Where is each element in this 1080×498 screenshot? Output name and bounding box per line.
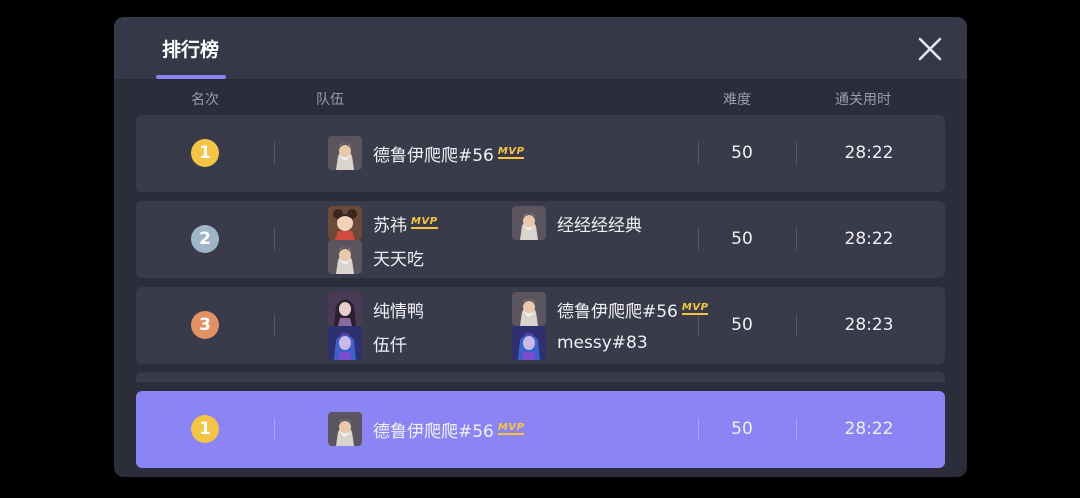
difficulty-value: 50 — [731, 315, 753, 335]
team-member[interactable]: 伍仟 — [328, 326, 407, 360]
player-name: messy#83 — [557, 333, 648, 353]
difficulty-value: 50 — [731, 143, 753, 163]
column-divider — [698, 142, 699, 164]
column-divider — [274, 228, 275, 250]
difficulty-value: 50 — [731, 419, 753, 439]
old-sage-avatar — [328, 412, 362, 446]
my-rank-strip: 1 德鲁伊爬爬#56 MVP 50 28:22 — [114, 382, 967, 477]
player-name: 苏祎 — [373, 215, 407, 236]
team-member[interactable]: 德鲁伊爬爬#56 MVP — [328, 136, 525, 170]
clear-time-value: 28:22 — [844, 229, 894, 249]
column-divider — [796, 142, 797, 164]
team-member[interactable]: 苏祎 MVP — [328, 206, 438, 240]
clear-time-value: 28:23 — [844, 315, 894, 335]
leaderboard-row[interactable]: 1 德鲁伊爬爬#56 MVP 50 28:22 — [136, 115, 945, 192]
clear-time-value: 28:22 — [844, 419, 894, 439]
panda-girl-avatar — [328, 206, 362, 240]
old-sage-avatar — [328, 136, 362, 170]
column-divider — [274, 418, 275, 440]
player-name: 经经经经典 — [557, 215, 642, 236]
old-sage-avatar — [328, 240, 362, 274]
team-member[interactable]: 天天吃 — [328, 240, 424, 274]
column-divider — [796, 418, 797, 440]
team-member[interactable]: messy#83 — [512, 326, 648, 360]
mvp-badge: MVP — [411, 216, 438, 229]
column-divider — [698, 418, 699, 440]
rank-medal-bronze: 3 — [191, 311, 219, 339]
leaderboard-row[interactable]: 3 纯情鸭 德鲁伊爬爬#56 MVP 伍仟 messy#83 50 28:23 — [136, 287, 945, 364]
column-divider — [796, 314, 797, 336]
mvp-badge: MVP — [497, 146, 525, 159]
rank-medal-gold: 1 — [191, 139, 219, 167]
player-name: 伍仟 — [373, 335, 407, 356]
player-name: 天天吃 — [373, 249, 424, 270]
clear-time-value: 28:22 — [844, 143, 894, 163]
column-divider — [698, 228, 699, 250]
leaderboard-panel: 排行榜 名次 队伍 难度 通关用时 1 德鲁伊爬爬#56 MVP 50 28:22 2 苏祎… — [114, 17, 967, 477]
column-divider — [274, 314, 275, 336]
my-rank-row[interactable]: 1 德鲁伊爬爬#56 MVP 50 28:22 — [136, 391, 945, 468]
team-member[interactable]: 德鲁伊爬爬#56 MVP — [512, 292, 709, 326]
mvp-badge: MVP — [681, 302, 709, 315]
blue-mage-avatar — [328, 326, 362, 360]
rank-medal-silver: 2 — [191, 225, 219, 253]
close-icon — [918, 37, 942, 61]
team-member[interactable]: 纯情鸭 — [328, 292, 424, 326]
panel-header: 排行榜 — [114, 17, 967, 79]
tab-leaderboard-label: 排行榜 — [162, 39, 220, 61]
column-time: 通关用时 — [835, 92, 891, 108]
blue-mage-avatar — [512, 326, 546, 360]
leaderboard-row[interactable]: 2 苏祎 MVP 经经经经典天天吃 50 28:22 — [136, 201, 945, 278]
close-button[interactable] — [915, 34, 945, 64]
column-divider — [274, 142, 275, 164]
team-member[interactable]: 经经经经典 — [512, 206, 642, 240]
column-difficulty: 难度 — [723, 92, 751, 108]
column-rank: 名次 — [191, 92, 219, 108]
difficulty-value: 50 — [731, 229, 753, 249]
player-name: 德鲁伊爬爬#56 — [373, 145, 494, 166]
column-divider — [796, 228, 797, 250]
player-name: 纯情鸭 — [373, 301, 424, 322]
tab-leaderboard[interactable]: 排行榜 — [156, 17, 226, 79]
old-sage-avatar — [512, 206, 546, 240]
player-name: 德鲁伊爬爬#56 — [373, 421, 494, 442]
rank-medal-gold: 1 — [191, 415, 219, 443]
player-name: 德鲁伊爬爬#56 — [557, 301, 678, 322]
column-team: 队伍 — [316, 92, 344, 108]
team-member[interactable]: 德鲁伊爬爬#56 MVP — [328, 412, 525, 446]
column-headers: 名次 队伍 难度 通关用时 — [114, 87, 967, 109]
mvp-badge: MVP — [497, 422, 525, 435]
dark-hair-woman-avatar — [328, 292, 362, 326]
old-sage-avatar — [512, 292, 546, 326]
tab-active-indicator — [156, 75, 226, 79]
